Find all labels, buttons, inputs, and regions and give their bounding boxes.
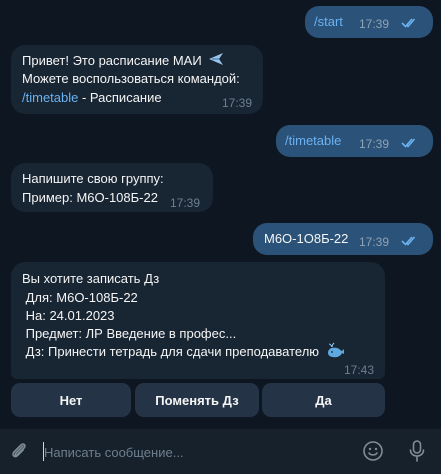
message-text: Для: М6О-108Б-22 <box>22 290 138 305</box>
message-text: На: 24.01.2023 <box>22 308 115 323</box>
double-check-icon <box>401 138 416 148</box>
command-description: - Расписание <box>78 90 162 105</box>
message-incoming-homework-summary[interactable]: Вы хотите записать Дз Для: М6О-108Б-22 Н… <box>11 262 385 379</box>
message-text: Напишите свою группу: <box>22 171 164 186</box>
double-check-icon <box>401 18 416 28</box>
keyboard-button-yes[interactable]: Да <box>262 383 385 417</box>
message-incoming-group-prompt[interactable]: Напишите свою группу: Пример: М6О-108Б-2… <box>11 163 213 212</box>
message-text[interactable]: /timetable <box>285 131 341 150</box>
message-time: 17:39 <box>222 96 253 110</box>
message-time: 17:43 <box>344 363 375 377</box>
message-time: 17:39 <box>359 235 390 249</box>
message-outgoing-start[interactable]: /start 17:39 <box>305 6 433 38</box>
composer-bar <box>0 428 441 474</box>
message-text: Пример: М6О-108Б-22 <box>22 190 158 205</box>
message-outgoing-group[interactable]: М6О-1О8Б-22 17:39 <box>253 223 433 255</box>
keyboard-button-change-homework[interactable]: Поменять Дз <box>135 383 259 417</box>
message-text: Привет! Это расписание МАИ <box>22 53 202 68</box>
message-time: 17:39 <box>170 196 201 210</box>
message-text[interactable]: /start <box>314 12 343 31</box>
command-link-timetable[interactable]: /timetable <box>22 90 78 105</box>
microphone-icon[interactable] <box>406 439 428 463</box>
double-check-icon <box>401 236 416 246</box>
message-input[interactable] <box>42 441 346 463</box>
message-text: М6О-1О8Б-22 <box>264 231 349 246</box>
message-time: 17:39 <box>359 17 390 31</box>
attach-icon[interactable] <box>8 440 30 462</box>
message-time: 17:39 <box>359 137 390 151</box>
text-caret <box>43 442 44 461</box>
whale-emoji-icon <box>327 342 344 358</box>
emoji-icon[interactable] <box>362 440 384 462</box>
keyboard-button-no[interactable]: Нет <box>11 383 131 417</box>
message-incoming-greeting[interactable]: Привет! Это расписание МАИ Можете воспол… <box>11 45 263 114</box>
message-outgoing-timetable[interactable]: /timetable 17:39 <box>276 125 433 157</box>
airplane-emoji-icon <box>209 53 224 65</box>
message-text: Можете воспользоваться командой: <box>22 71 240 86</box>
message-text: Вы хотите записать Дз <box>22 271 160 286</box>
message-text: Предмет: ЛР Введение в профес... <box>22 326 237 341</box>
message-text: Дз: Принести тетрадь для сдачи преподава… <box>22 344 320 359</box>
